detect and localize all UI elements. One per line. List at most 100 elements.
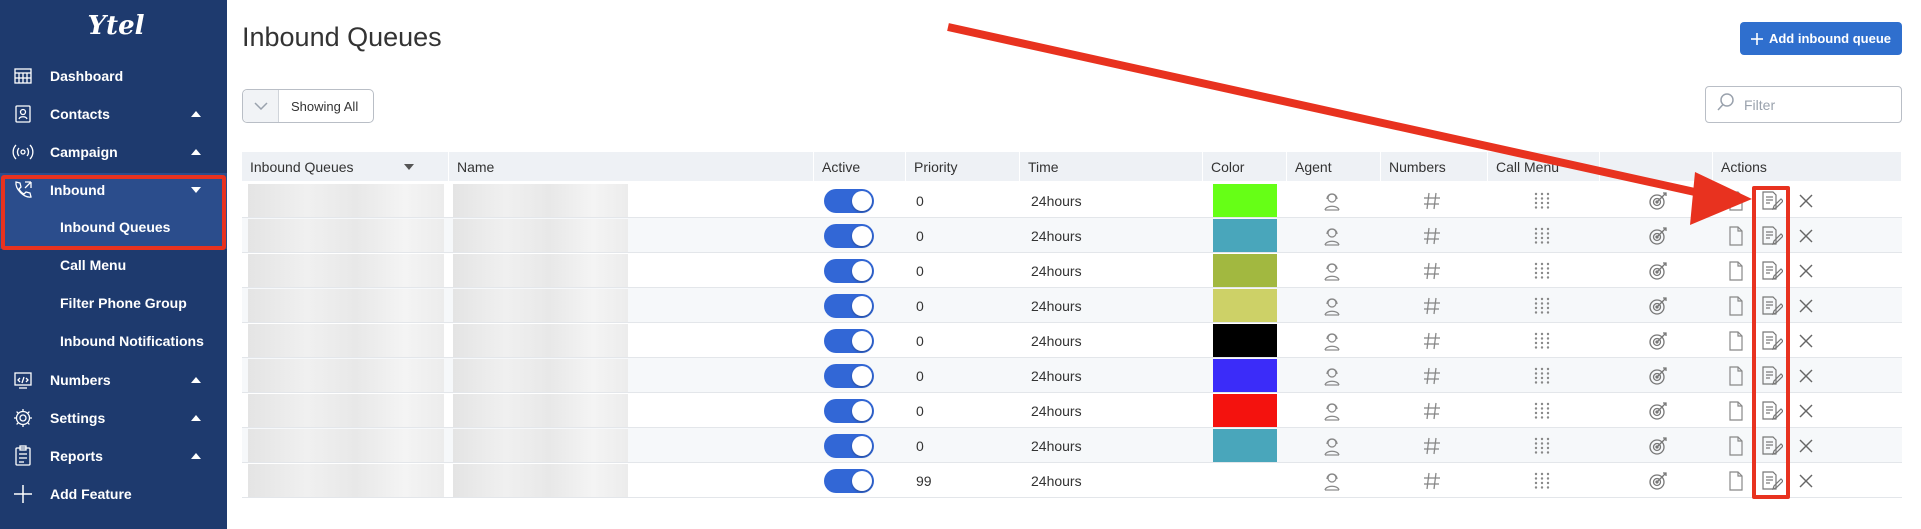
sidebar-subitem-call-menu[interactable]: Call Menu (0, 246, 227, 284)
filter-input[interactable]: Filter (1705, 86, 1902, 123)
target-icon[interactable] (1647, 365, 1669, 387)
table-row[interactable]: 0 24hours (242, 288, 1902, 323)
hash-icon[interactable] (1422, 436, 1444, 458)
sidebar-subitem-filter-phone-group[interactable]: Filter Phone Group (0, 284, 227, 322)
agent-icon[interactable] (1321, 190, 1343, 212)
delete-icon[interactable] (1798, 298, 1820, 320)
active-toggle[interactable] (824, 469, 874, 493)
call-menu-grid-icon[interactable] (1532, 366, 1554, 388)
target-icon[interactable] (1647, 435, 1669, 457)
target-icon[interactable] (1647, 330, 1669, 352)
hash-icon[interactable] (1422, 471, 1444, 493)
active-toggle[interactable] (824, 259, 874, 283)
add-inbound-queue-button[interactable]: Add inbound queue (1740, 22, 1902, 55)
agent-icon[interactable] (1321, 330, 1343, 352)
agent-icon[interactable] (1321, 470, 1343, 492)
call-menu-grid-icon[interactable] (1532, 471, 1554, 493)
document-icon[interactable] (1728, 471, 1750, 493)
call-menu-grid-icon[interactable] (1532, 261, 1554, 283)
delete-icon[interactable] (1798, 263, 1820, 285)
document-icon[interactable] (1728, 191, 1750, 213)
chevron-down-icon[interactable] (243, 90, 279, 122)
sidebar-subitem-inbound-notifications[interactable]: Inbound Notifications (0, 322, 227, 360)
caret-up-icon[interactable] (191, 453, 201, 459)
call-menu-grid-icon[interactable] (1532, 401, 1554, 423)
target-icon[interactable] (1647, 400, 1669, 422)
column-hidden[interactable] (1600, 152, 1713, 181)
table-row[interactable]: 0 24hours (242, 183, 1902, 218)
active-toggle[interactable] (824, 399, 874, 423)
document-icon[interactable] (1728, 436, 1750, 458)
table-row[interactable]: 0 24hours (242, 428, 1902, 463)
sidebar-item-dashboard[interactable]: Dashboard (0, 57, 227, 95)
column-priority[interactable]: Priority (906, 152, 1020, 181)
target-icon[interactable] (1647, 260, 1669, 282)
column-agent[interactable]: Agent (1287, 152, 1381, 181)
delete-icon[interactable] (1798, 368, 1820, 390)
document-icon[interactable] (1728, 226, 1750, 248)
sidebar-item-contacts[interactable]: Contacts (0, 95, 227, 133)
call-menu-grid-icon[interactable] (1532, 191, 1554, 213)
ytel-logo[interactable]: Ytel (86, 8, 146, 44)
column-call-menu[interactable]: Call Menu (1488, 152, 1600, 181)
caret-up-icon[interactable] (191, 377, 201, 383)
caret-up-icon[interactable] (191, 415, 201, 421)
column-name[interactable]: Name (449, 152, 814, 181)
table-row[interactable]: 0 24hours (242, 323, 1902, 358)
document-icon[interactable] (1728, 331, 1750, 353)
active-toggle[interactable] (824, 329, 874, 353)
document-icon[interactable] (1728, 401, 1750, 423)
delete-icon[interactable] (1798, 403, 1820, 425)
hash-icon[interactable] (1422, 226, 1444, 248)
agent-icon[interactable] (1321, 260, 1343, 282)
table-row[interactable]: 0 24hours (242, 218, 1902, 253)
table-row[interactable]: 0 24hours (242, 393, 1902, 428)
call-menu-grid-icon[interactable] (1532, 436, 1554, 458)
hash-icon[interactable] (1422, 296, 1444, 318)
target-icon[interactable] (1647, 295, 1669, 317)
sidebar-item-settings[interactable]: Settings (0, 399, 227, 437)
caret-up-icon[interactable] (191, 111, 201, 117)
table-row[interactable]: 0 24hours (242, 358, 1902, 393)
active-toggle[interactable] (824, 189, 874, 213)
document-icon[interactable] (1728, 261, 1750, 283)
active-toggle[interactable] (824, 364, 874, 388)
hash-icon[interactable] (1422, 366, 1444, 388)
column-color[interactable]: Color (1203, 152, 1287, 181)
delete-icon[interactable] (1798, 473, 1820, 495)
target-icon[interactable] (1647, 190, 1669, 212)
target-icon[interactable] (1647, 225, 1669, 247)
hash-icon[interactable] (1422, 331, 1444, 353)
agent-icon[interactable] (1321, 225, 1343, 247)
agent-icon[interactable] (1321, 295, 1343, 317)
hash-icon[interactable] (1422, 401, 1444, 423)
hash-icon[interactable] (1422, 261, 1444, 283)
delete-icon[interactable] (1798, 333, 1820, 355)
active-toggle[interactable] (824, 294, 874, 318)
sidebar-item-numbers[interactable]: Numbers (0, 361, 227, 399)
delete-icon[interactable] (1798, 193, 1820, 215)
document-icon[interactable] (1728, 296, 1750, 318)
column-active[interactable]: Active (814, 152, 906, 181)
column-inbound-queues[interactable]: Inbound Queues (242, 152, 449, 181)
active-toggle[interactable] (824, 224, 874, 248)
active-toggle[interactable] (824, 434, 874, 458)
table-row[interactable]: 0 24hours (242, 253, 1902, 288)
sidebar-item-campaign[interactable]: Campaign (0, 133, 227, 171)
target-icon[interactable] (1647, 470, 1669, 492)
showing-filter-dropdown[interactable]: Showing All (242, 89, 374, 123)
caret-up-icon[interactable] (191, 149, 201, 155)
sidebar-item-add-feature[interactable]: Add Feature (0, 475, 227, 513)
document-icon[interactable] (1728, 366, 1750, 388)
call-menu-grid-icon[interactable] (1532, 226, 1554, 248)
agent-icon[interactable] (1321, 365, 1343, 387)
column-time[interactable]: Time (1020, 152, 1203, 181)
hash-icon[interactable] (1422, 191, 1444, 213)
sidebar-item-reports[interactable]: Reports (0, 437, 227, 475)
column-numbers[interactable]: Numbers (1381, 152, 1488, 181)
agent-icon[interactable] (1321, 400, 1343, 422)
delete-icon[interactable] (1798, 228, 1820, 250)
call-menu-grid-icon[interactable] (1532, 296, 1554, 318)
table-row[interactable]: 99 24hours (242, 463, 1902, 498)
agent-icon[interactable] (1321, 435, 1343, 457)
